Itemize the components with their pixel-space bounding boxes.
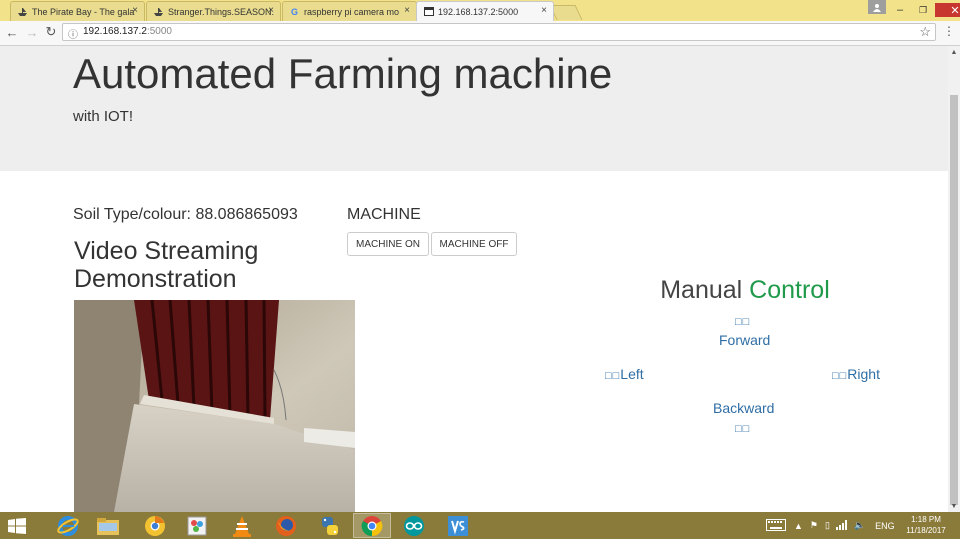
tray-expand-icon[interactable]: ▲ bbox=[794, 521, 803, 531]
ship-icon bbox=[17, 7, 28, 17]
video-heading: Video Streaming Demonstration bbox=[74, 237, 259, 293]
restore-button[interactable]: ❐ bbox=[912, 3, 934, 17]
right-control-link[interactable]: □□Right bbox=[832, 366, 880, 382]
browser-tab-strip: The Pirate Bay - The gala × Stranger.Thi… bbox=[0, 0, 960, 21]
close-tab-icon[interactable]: × bbox=[404, 5, 410, 16]
machine-off-button[interactable]: MACHINE OFF bbox=[431, 232, 517, 256]
close-tab-icon[interactable]: × bbox=[132, 5, 138, 16]
forward-control-link[interactable]: Forward bbox=[719, 332, 770, 348]
page-subtitle: with IOT! bbox=[73, 108, 134, 125]
browser-toolbar: ← → ↻ ⓘ 192.168.137.2:5000 ☆ ⋮ bbox=[0, 21, 960, 46]
scroll-down-icon[interactable]: ▼ bbox=[948, 500, 960, 512]
python-icon[interactable] bbox=[311, 513, 349, 538]
chrome-canary-icon[interactable] bbox=[136, 513, 174, 538]
soil-reading: Soil Type/colour: 88.086865093 bbox=[73, 206, 298, 223]
backward-arrow-glyph-icon[interactable]: □□ bbox=[735, 419, 750, 435]
address-bar[interactable]: ⓘ 192.168.137.2:5000 ☆ bbox=[62, 23, 936, 41]
flag-icon[interactable]: ⚑ bbox=[810, 520, 818, 531]
left-control-link[interactable]: □□Left bbox=[605, 366, 644, 382]
tab-stranger-things[interactable]: Stranger.Things.SEASON. × bbox=[146, 1, 281, 21]
close-tab-icon[interactable]: × bbox=[541, 5, 547, 16]
machine-section-title: MACHINE bbox=[347, 206, 421, 223]
minimize-button[interactable]: – bbox=[889, 3, 911, 17]
manual-control-accent: Control bbox=[749, 276, 830, 304]
close-window-button[interactable]: ✕ bbox=[935, 3, 960, 17]
info-icon[interactable]: ⓘ bbox=[68, 26, 78, 41]
window-controls: – ❐ ✕ bbox=[888, 0, 960, 20]
signal-icon[interactable] bbox=[835, 519, 848, 532]
vlc-icon[interactable] bbox=[223, 513, 261, 538]
tab-raspberry-pi[interactable]: G raspberry pi camera mo × bbox=[282, 1, 417, 21]
battery-icon[interactable]: ▯ bbox=[825, 520, 830, 531]
backward-control-link[interactable]: Backward bbox=[713, 400, 774, 416]
left-arrow-glyph-icon: □□ bbox=[605, 370, 621, 382]
scroll-up-icon[interactable]: ▲ bbox=[948, 46, 960, 58]
forward-arrow-glyph-icon[interactable]: □□ bbox=[735, 312, 750, 328]
menu-dots-icon[interactable]: ⋮ bbox=[943, 24, 955, 38]
page-icon bbox=[423, 7, 434, 17]
machine-on-button[interactable]: MACHINE ON bbox=[347, 232, 429, 256]
page-title: Automated Farming machine bbox=[73, 50, 613, 97]
chrome-icon[interactable] bbox=[353, 513, 391, 538]
system-tray: ▲ ⚑ ▯ 🔈 ENG bbox=[766, 512, 895, 539]
ship-icon bbox=[153, 7, 164, 17]
arduino-icon[interactable] bbox=[395, 513, 433, 538]
reload-icon[interactable]: ↻ bbox=[43, 24, 59, 40]
tab-pirate-bay[interactable]: The Pirate Bay - The gala × bbox=[10, 1, 145, 21]
back-arrow-icon[interactable]: ← bbox=[4, 24, 20, 40]
url-text: 192.168.137.2:5000 bbox=[83, 26, 172, 37]
header-jumbotron: Automated Farming machine with IOT! bbox=[0, 46, 948, 171]
new-tab-button[interactable] bbox=[549, 5, 583, 20]
visual-studio-icon[interactable] bbox=[439, 513, 477, 538]
scrollbar-thumb[interactable] bbox=[950, 95, 958, 505]
forward-arrow-icon[interactable]: → bbox=[24, 24, 40, 40]
page-viewport: Automated Farming machine with IOT! Soil… bbox=[0, 46, 948, 512]
file-explorer-icon[interactable] bbox=[89, 513, 127, 538]
windows-start-icon[interactable] bbox=[0, 513, 34, 538]
language-indicator[interactable]: ENG bbox=[875, 521, 895, 531]
paint-icon[interactable] bbox=[178, 513, 216, 538]
internet-explorer-icon[interactable] bbox=[49, 513, 87, 538]
bookmark-star-icon[interactable]: ☆ bbox=[919, 24, 931, 40]
taskbar-clock[interactable]: 1:18 PM 11/18/2017 bbox=[906, 514, 946, 536]
right-arrow-glyph-icon: □□ bbox=[832, 370, 848, 382]
keyboard-icon[interactable] bbox=[766, 518, 786, 533]
manual-control-heading: Manual Control bbox=[660, 276, 830, 304]
volume-icon[interactable]: 🔈 bbox=[854, 520, 865, 531]
google-icon: G bbox=[290, 6, 298, 17]
close-tab-icon[interactable]: × bbox=[268, 5, 274, 16]
video-stream bbox=[74, 300, 355, 512]
firefox-icon[interactable] bbox=[267, 513, 305, 538]
profile-icon[interactable] bbox=[868, 0, 886, 14]
tab-farming-app[interactable]: 192.168.137.2:5000 × bbox=[416, 1, 554, 21]
